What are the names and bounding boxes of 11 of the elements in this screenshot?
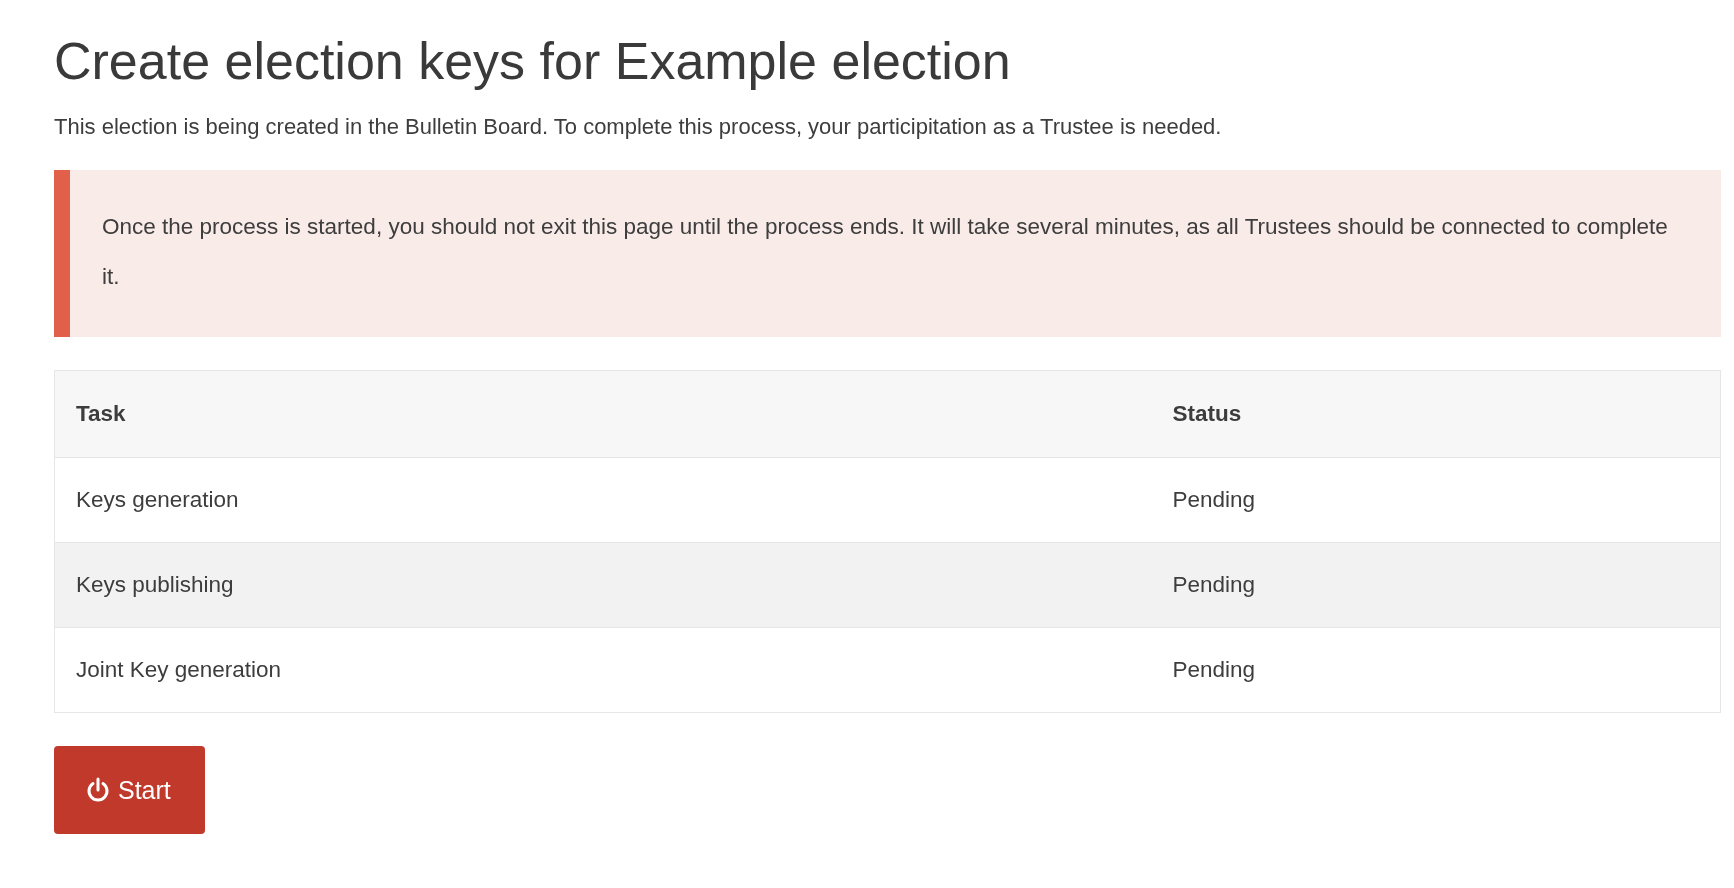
table-cell: Joint Key generation [54, 627, 1152, 713]
table-cell: Pending [1151, 627, 1721, 713]
column-header: Status [1151, 370, 1721, 458]
page-title: Create election keys for Example election [54, 31, 1012, 92]
column-header: Task [54, 370, 1152, 458]
table-cell: Keys publishing [54, 542, 1152, 628]
intro-text: This election is being created in the Bulletin Board. To complete this process, your participitation as a Trustee is needed. [54, 114, 1223, 141]
power-icon [86, 777, 110, 804]
table-cell: Pending [1151, 542, 1721, 628]
start-button[interactable]: Start [54, 746, 205, 835]
warning-callout: Once the process is started, you should not exit this page until the process ends. It will take several minutes, as all Trustees should be connected to complete it. [54, 170, 1721, 338]
